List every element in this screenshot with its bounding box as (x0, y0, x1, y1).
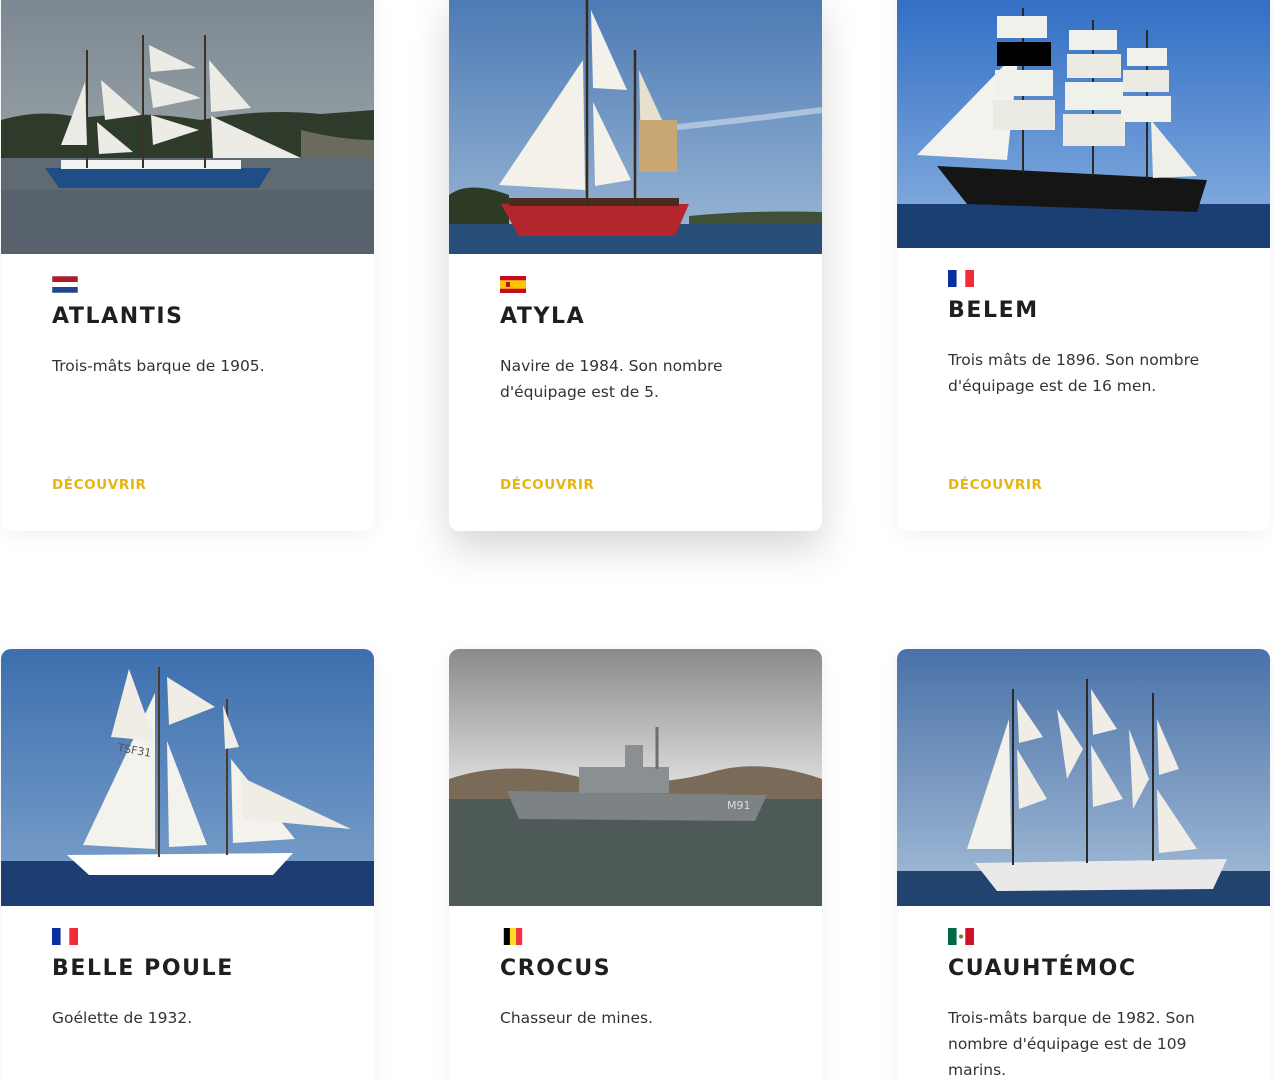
ship-card-cuauhtemoc[interactable]: CUAUHTÉMOC Trois-mâts barque de 1982. So… (897, 649, 1270, 1080)
ship-card-atyla[interactable]: ATYLA Navire de 1984. Son nombre d'équip… (449, 0, 822, 531)
spain-flag-icon (500, 276, 526, 293)
cuauhtemoc-ship-photo (897, 649, 1270, 906)
ship-description: Trois mâts de 1896. Son nombre d'équipag… (948, 351, 1200, 395)
ship-name: BELEM (948, 298, 1039, 323)
crocus-ship-photo: M91 (449, 649, 822, 906)
discover-link[interactable]: DÉCOUVRIR (52, 477, 146, 493)
svg-text:M91: M91 (727, 799, 751, 812)
ship-description: Trois-mâts barque de 1982. Son nombre d'… (948, 1009, 1195, 1079)
belgium-flag-icon (500, 928, 526, 945)
card-body: BELLE POULE Goélette de 1932. (1, 906, 374, 1031)
netherlands-flag-icon (52, 276, 78, 293)
ship-name: BELLE POULE (52, 956, 234, 981)
belem-ship-photo (897, 0, 1270, 248)
ship-name: CROCUS (500, 956, 612, 981)
card-body: CROCUS Chasseur de mines. (449, 906, 822, 1031)
ship-description: Navire de 1984. Son nombre d'équipage es… (500, 357, 723, 401)
ship-card-crocus[interactable]: M91 CROCUS Chasseur de mines. (449, 649, 822, 1080)
ship-name: ATLANTIS (52, 304, 184, 329)
ship-card-grid: ATLANTIS Trois-mâts barque de 1905. DÉCO… (0, 0, 1273, 1080)
atlantis-ship-photo (1, 0, 374, 254)
ship-card-belle-poule[interactable]: TSF31 BELLE POULE Goélette de 1932. (1, 649, 374, 1080)
ship-description: Trois-mâts barque de 1905. (52, 357, 265, 375)
card-body: ATLANTIS Trois-mâts barque de 1905. (1, 254, 374, 379)
ship-card-atlantis[interactable]: ATLANTIS Trois-mâts barque de 1905. DÉCO… (1, 0, 374, 531)
ship-description: Chasseur de mines. (500, 1009, 654, 1027)
belle-poule-ship-photo: TSF31 (1, 649, 374, 906)
france-flag-icon (948, 270, 974, 287)
card-body: CUAUHTÉMOC Trois-mâts barque de 1982. So… (897, 906, 1270, 1080)
ship-description: Goélette de 1932. (52, 1009, 193, 1027)
card-body: ATYLA Navire de 1984. Son nombre d'équip… (449, 254, 822, 405)
ship-name: CUAUHTÉMOC (948, 956, 1137, 981)
ship-card-belem[interactable]: BELEM Trois mâts de 1896. Son nombre d'é… (897, 0, 1270, 531)
discover-link[interactable]: DÉCOUVRIR (500, 477, 594, 493)
discover-link[interactable]: DÉCOUVRIR (948, 477, 1042, 493)
ship-name: ATYLA (500, 304, 586, 329)
france-flag-icon (52, 928, 78, 945)
atyla-ship-photo (449, 0, 822, 254)
card-body: BELEM Trois mâts de 1896. Son nombre d'é… (897, 248, 1270, 399)
mexico-flag-icon (948, 928, 974, 945)
